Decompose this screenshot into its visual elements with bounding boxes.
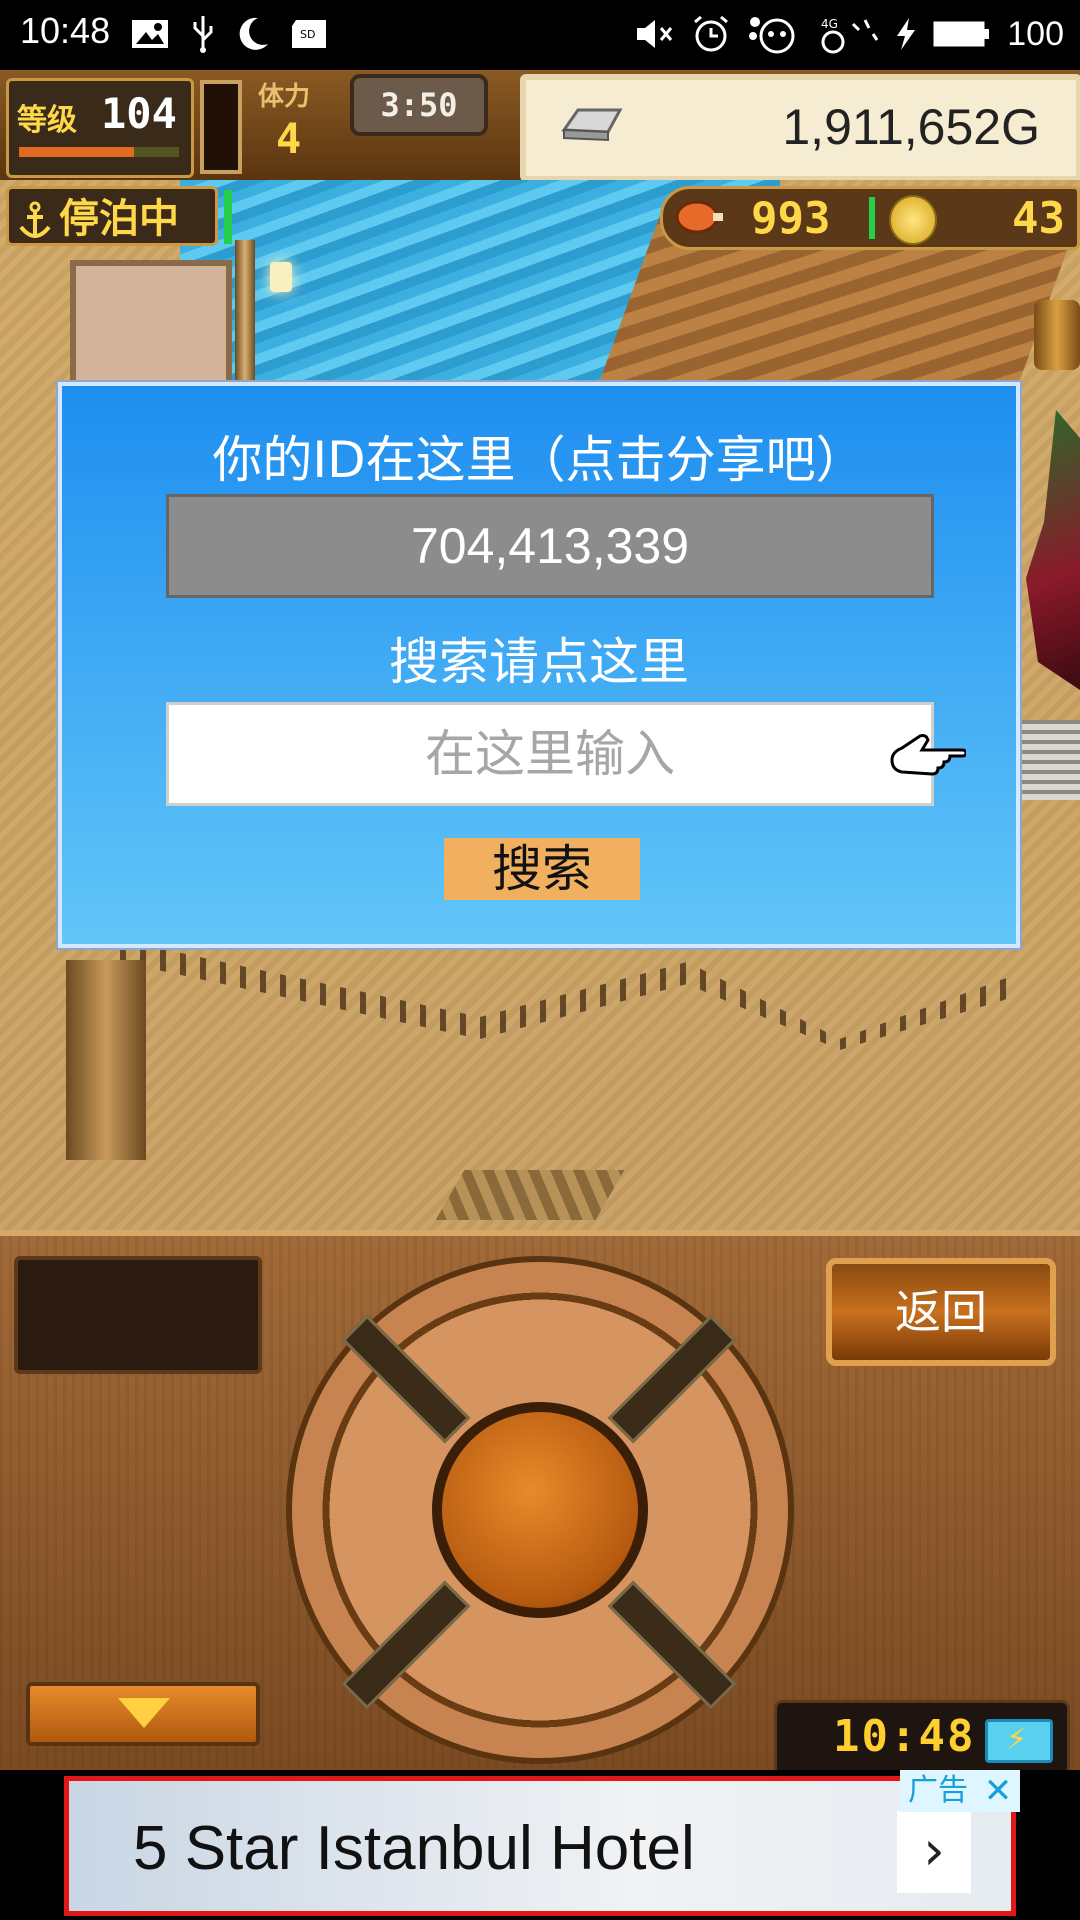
search-button[interactable]: 搜索 xyxy=(444,838,640,900)
player-id-field[interactable]: 704,413,339 xyxy=(166,494,934,598)
lamp-light xyxy=(270,262,292,292)
wheel-center-button[interactable] xyxy=(432,1402,648,1618)
rope-pile xyxy=(1020,720,1080,800)
moon-icon xyxy=(239,17,268,50)
barrel xyxy=(1034,300,1080,370)
resource-bar: 993 43 xyxy=(660,186,1080,250)
control-panel: 返回 10:48 ⚡ xyxy=(0,1230,1080,1776)
battery-charging-icon: ⚡ xyxy=(985,1719,1053,1763)
charging-icon xyxy=(897,18,916,50)
sd-card-icon: SD xyxy=(292,20,326,48)
wheel-spoke xyxy=(341,1580,471,1710)
status-time: 10:48 xyxy=(20,10,111,51)
search-input[interactable]: 在这里输入 xyxy=(166,702,934,806)
level-value: 104 xyxy=(101,89,177,138)
level-label: 等级 xyxy=(17,103,77,138)
signal-4g-icon: 4G xyxy=(821,17,879,54)
gold-box[interactable]: 1,911,652G xyxy=(520,74,1080,182)
pointing-hand-icon xyxy=(890,734,966,776)
lamp-post xyxy=(235,240,255,400)
search-label: 搜索请点这里 xyxy=(389,633,689,691)
mast-base xyxy=(66,960,146,1160)
wheel-spoke xyxy=(341,1314,471,1444)
ad-text: 5 Star Istanbul Hotel xyxy=(133,1814,695,1883)
exp-bar xyxy=(19,147,179,157)
back-button[interactable]: 返回 xyxy=(826,1258,1056,1366)
food-count: 993 xyxy=(751,193,831,244)
battery-icon xyxy=(933,21,990,47)
ad-tag: 广告 xyxy=(900,1770,976,1812)
chevron-down-icon xyxy=(118,1698,170,1728)
anchor-icon xyxy=(19,201,51,238)
wheel-spoke xyxy=(607,1580,737,1710)
stamina-value: 4 xyxy=(276,114,302,163)
mute-icon xyxy=(637,20,673,48)
wheel-spoke xyxy=(607,1314,737,1444)
meat-icon xyxy=(675,200,723,234)
deck-railing xyxy=(120,940,1020,1050)
game-clock-time: 10:48 xyxy=(833,1711,976,1762)
svg-text:SD: SD xyxy=(300,28,315,41)
battery-level: 100 xyxy=(1007,14,1064,53)
stamina-label: 体力 xyxy=(258,82,311,112)
ad-arrow-button[interactable]: › xyxy=(897,1811,971,1893)
gold-coin-icon xyxy=(889,195,937,245)
ad-banner[interactable]: 5 Star Istanbul Hotel › xyxy=(64,1776,1016,1916)
alarm-icon xyxy=(694,15,729,52)
anchored-status-label: 停泊中 xyxy=(59,196,179,242)
svg-text:4G: 4G xyxy=(821,17,838,31)
dialog-title[interactable]: 你的ID在这里（点击分享吧） xyxy=(62,420,1016,492)
image-icon xyxy=(132,20,168,48)
usb-icon xyxy=(193,16,213,53)
ship-wheel-control[interactable] xyxy=(286,1256,794,1764)
expand-down-button[interactable] xyxy=(26,1682,260,1746)
gauge-bar xyxy=(200,80,242,174)
ad-close-button[interactable]: ✕ xyxy=(976,1770,1020,1812)
emoji-icon xyxy=(749,17,795,54)
anchored-status-badge: 停泊中 xyxy=(6,186,218,246)
deck-hatch xyxy=(435,1170,625,1220)
id-share-dialog: 你的ID在这里（点击分享吧） 704,413,339 搜索请点这里 在这里输入 … xyxy=(56,380,1022,950)
game-clock: 10:48 ⚡ xyxy=(774,1700,1070,1776)
coin-count: 43 xyxy=(1012,193,1065,244)
game-hud: 等级 104 体力 4 3:50 1,911,652G xyxy=(0,70,1080,184)
status-bar: 10:48 SD 4G 100 xyxy=(0,0,1080,70)
empty-slot xyxy=(14,1256,262,1374)
dragon-creature xyxy=(1026,410,1080,690)
silver-ingot-icon xyxy=(561,108,623,142)
level-box[interactable]: 等级 104 xyxy=(6,78,194,178)
gold-amount: 1,911,652G xyxy=(782,99,1040,155)
stamina-timer: 3:50 xyxy=(350,74,488,136)
